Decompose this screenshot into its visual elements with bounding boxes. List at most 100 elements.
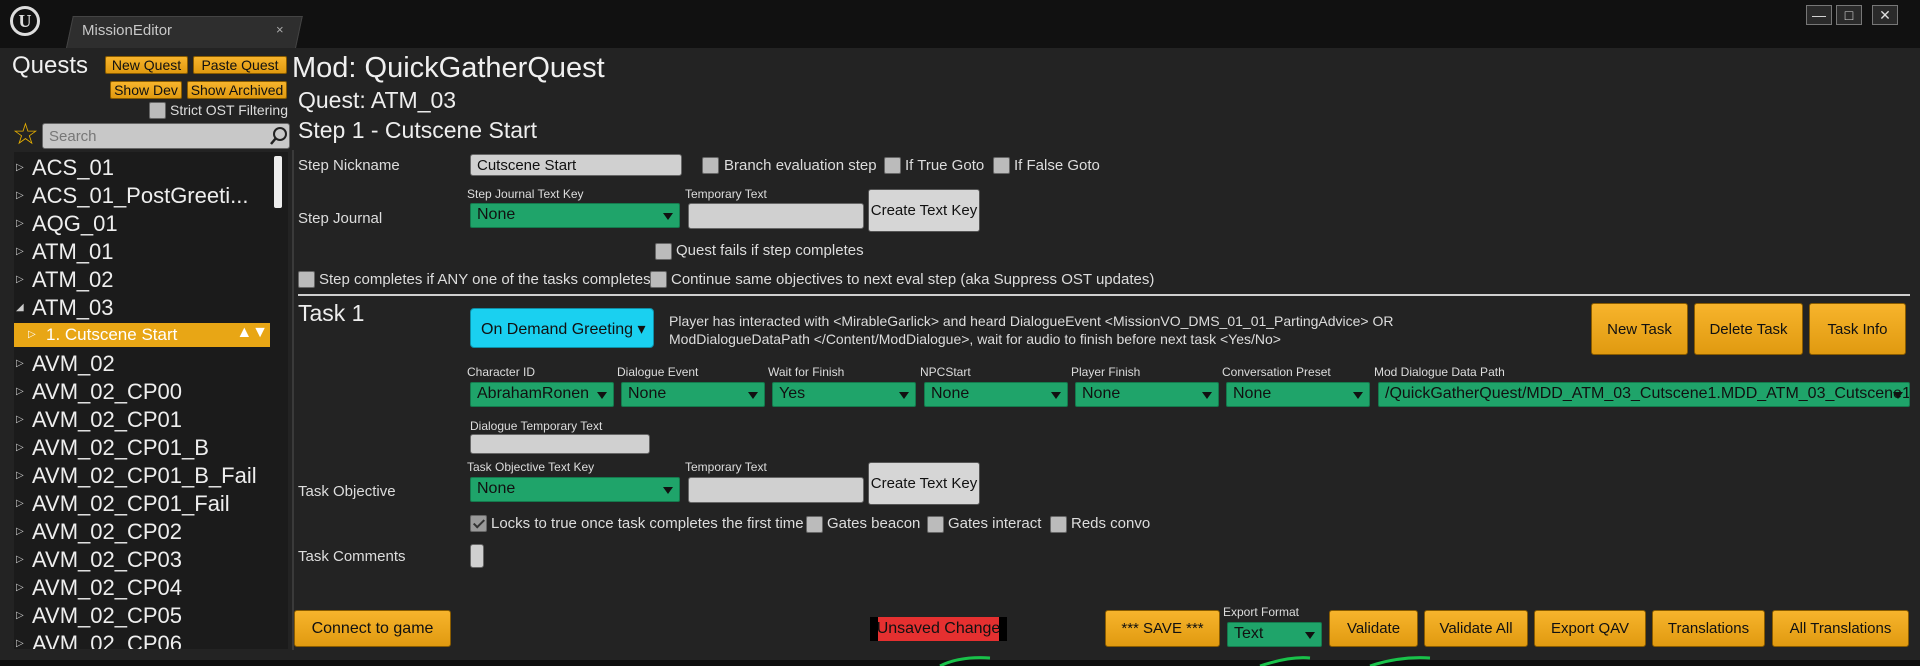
list-item[interactable]: ▷ AVM_02_CP01_B: [14, 435, 276, 462]
journal-key-label: Step Journal Text Key: [467, 187, 584, 201]
quest-fails-checkbox[interactable]: [655, 243, 672, 260]
list-item[interactable]: ▷ AVM_02_CP04: [14, 575, 276, 602]
dialogue-temp-label: Dialogue Temporary Text: [470, 419, 603, 433]
all-translations-button[interactable]: All Translations: [1772, 610, 1909, 647]
connect-to-game-button[interactable]: Connect to game: [294, 610, 451, 647]
search-icon: [270, 127, 287, 145]
journal-key-dropdown[interactable]: None: [470, 203, 680, 228]
locks-true-checkbox[interactable]: [470, 515, 487, 532]
continue-objectives-checkbox[interactable]: [650, 271, 667, 288]
list-item[interactable]: ▷ AQG_01: [14, 211, 276, 238]
conversation-preset-dropdown[interactable]: None: [1226, 382, 1370, 407]
task-comments-label: Task Comments: [298, 548, 406, 565]
field-label: Conversation Preset: [1222, 365, 1331, 379]
gates-interact-label: Gates interact: [948, 515, 1042, 532]
field-label: Mod Dialogue Data Path: [1374, 365, 1505, 379]
list-item[interactable]: ▷ AVM_02_CP00: [14, 379, 276, 406]
list-item[interactable]: ▷ AVM_02_CP06: [14, 631, 276, 649]
translations-button[interactable]: Translations: [1652, 610, 1765, 647]
close-window-icon[interactable]: ✕: [1872, 5, 1898, 25]
step-completes-any-checkbox[interactable]: [298, 271, 315, 288]
quest-fails-label: Quest fails if step completes: [676, 242, 864, 259]
list-item[interactable]: ▷ ATM_02: [14, 267, 276, 294]
wait-for-finish-dropdown[interactable]: Yes: [772, 382, 916, 407]
export-qav-button[interactable]: Export QAV: [1534, 610, 1646, 647]
gates-interact-checkbox[interactable]: [927, 516, 944, 533]
dialogue-event-dropdown[interactable]: None: [621, 382, 765, 407]
quest-list-scrollbar[interactable]: [274, 156, 282, 208]
task-description: Player has interacted with <MirableGarli…: [669, 312, 1394, 348]
task-description-line: Player has interacted with <MirableGarli…: [669, 313, 1394, 329]
list-item[interactable]: ◢ ATM_03: [14, 295, 276, 322]
if-false-label: If False Goto: [1014, 157, 1100, 174]
list-item[interactable]: ▷ AVM_02_CP01_B_Fail: [14, 463, 276, 490]
character-id-dropdown[interactable]: AbrahamRonen: [470, 382, 614, 407]
sidebar-divider: [292, 150, 294, 650]
tab-close-icon[interactable]: ×: [276, 22, 284, 37]
dialogue-temp-input[interactable]: [470, 434, 650, 454]
if-true-checkbox[interactable]: [884, 157, 901, 174]
reds-convo-checkbox[interactable]: [1050, 516, 1067, 533]
mod-title: Mod: QuickGatherQuest: [292, 52, 605, 84]
if-false-checkbox[interactable]: [993, 157, 1010, 174]
objective-key-dropdown[interactable]: None: [470, 477, 680, 502]
player-finish-dropdown[interactable]: None: [1075, 382, 1219, 407]
npc-start-dropdown[interactable]: None: [924, 382, 1068, 407]
quests-title: Quests: [12, 52, 89, 79]
field-label: Dialogue Event: [617, 365, 699, 379]
gates-beacon-label: Gates beacon: [827, 515, 921, 532]
strict-ost-checkbox[interactable]: [149, 102, 166, 119]
list-item[interactable]: ▷ AVM_02_CP03: [14, 547, 276, 574]
field-label: Wait for Finish: [768, 365, 845, 379]
objective-key-label: Task Objective Text Key: [467, 460, 595, 474]
show-dev-button[interactable]: Show Dev: [110, 81, 182, 99]
step-completes-any-label: Step completes if ANY one of the tasks c…: [319, 271, 651, 288]
list-item[interactable]: ▷ ACS_01: [14, 155, 276, 182]
objective-temp-input[interactable]: [688, 477, 864, 503]
export-format-dropdown[interactable]: Text: [1227, 622, 1322, 647]
journal-temp-label: Temporary Text: [685, 187, 767, 201]
mod-dialogue-path-dropdown[interactable]: /QuickGatherQuest/MDD_ATM_03_Cutscene1.M…: [1378, 382, 1910, 407]
list-item[interactable]: ▷ AVM_02_CP01_Fail: [14, 491, 276, 518]
validate-button[interactable]: Validate: [1329, 610, 1418, 647]
step-nickname-input[interactable]: Cutscene Start: [470, 154, 682, 176]
new-quest-button[interactable]: New Quest: [105, 56, 188, 74]
show-archived-button[interactable]: Show Archived: [187, 81, 287, 99]
task-objective-label: Task Objective: [298, 483, 396, 500]
paste-quest-button[interactable]: Paste Quest: [193, 56, 287, 74]
move-arrows-icon[interactable]: ▲▼: [236, 324, 268, 342]
favorite-star-icon[interactable]: ☆: [12, 120, 39, 150]
list-item[interactable]: ▷ ATM_01: [14, 239, 276, 266]
minimize-icon[interactable]: —: [1806, 5, 1832, 25]
save-button[interactable]: *** SAVE ***: [1105, 610, 1220, 647]
quest-list[interactable]: ▷ ACS_01 ▷ ACS_01_PostGreeti... ▷ AQG_01 ▷ A…: [14, 152, 288, 649]
background-viewport-curve: [939, 656, 1431, 666]
task-comments-input[interactable]: [470, 544, 484, 568]
list-item[interactable]: ▷ AVM_02: [14, 351, 276, 378]
branch-eval-checkbox[interactable]: [702, 157, 719, 174]
list-item[interactable]: ▷ AVM_02_CP01: [14, 407, 276, 434]
maximize-icon[interactable]: □: [1836, 5, 1862, 25]
mission-editor-window: U MissionEditor × — □ ✕ Quests New Quest…: [0, 0, 1920, 666]
list-item[interactable]: ▷ AVM_02_CP02: [14, 519, 276, 546]
task-type-dropdown[interactable]: On Demand Greeting ▾: [470, 308, 654, 348]
strict-ost-label: Strict OST Filtering: [170, 102, 288, 118]
list-item-selected[interactable]: ▷ 1. Cutscene Start ▲▼: [14, 323, 270, 347]
continue-objectives-label: Continue same objectives to next eval st…: [671, 271, 1155, 288]
field-label: Player Finish: [1071, 365, 1141, 379]
new-task-button[interactable]: New Task: [1591, 303, 1688, 355]
branch-eval-label: Branch evaluation step: [724, 157, 877, 174]
chevron-down-icon: ▾: [633, 321, 646, 338]
list-item[interactable]: ▷ AVM_02_CP05: [14, 603, 276, 630]
validate-all-button[interactable]: Validate All: [1424, 610, 1528, 647]
search-input[interactable]: Search: [42, 123, 290, 149]
task-info-button[interactable]: Task Info: [1809, 303, 1906, 355]
list-item[interactable]: ▷ ACS_01_PostGreeti...: [14, 183, 276, 210]
task-divider: [298, 294, 1910, 296]
gates-beacon-checkbox[interactable]: [806, 516, 823, 533]
create-text-key-button[interactable]: Create Text Key: [868, 189, 980, 232]
journal-temp-input[interactable]: [688, 203, 864, 229]
create-text-key-button[interactable]: Create Text Key: [868, 462, 980, 505]
delete-task-button[interactable]: Delete Task: [1694, 303, 1803, 355]
task-title: Task 1: [298, 300, 365, 326]
